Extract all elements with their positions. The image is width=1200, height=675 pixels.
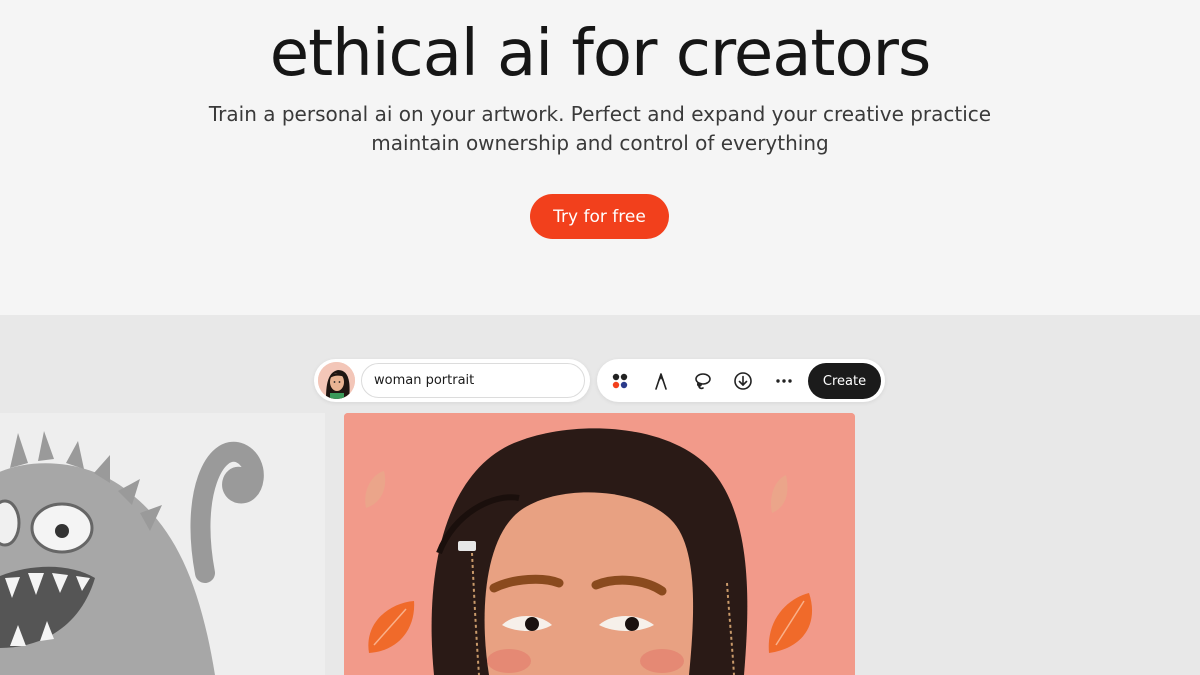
pen-icon[interactable] [647, 367, 675, 395]
hero-section: ethical ai for creators Train a personal… [0, 0, 1200, 315]
download-icon[interactable] [729, 367, 757, 395]
avatar[interactable] [318, 362, 355, 399]
prompt-input[interactable] [361, 363, 585, 398]
avatar-portrait-icon [318, 362, 355, 399]
try-for-free-button[interactable]: Try for free [530, 194, 669, 239]
palette-icon[interactable] [606, 367, 634, 395]
monster-artwork [0, 413, 325, 675]
monster-illustration [0, 413, 325, 675]
hero-subtitle: Train a personal ai on your artwork. Per… [200, 100, 1000, 158]
portrait-artwork [344, 413, 855, 675]
lasso-icon[interactable] [688, 367, 716, 395]
create-button[interactable]: Create [808, 363, 881, 399]
woman-portrait-illustration [344, 413, 855, 675]
more-icon[interactable] [770, 367, 798, 395]
hero-subtitle-line-2: maintain ownership and control of everyt… [371, 131, 829, 155]
hero-subtitle-line-1: Train a personal ai on your artwork. Per… [208, 102, 992, 126]
hero-title: ethical ai for creators [269, 17, 932, 91]
